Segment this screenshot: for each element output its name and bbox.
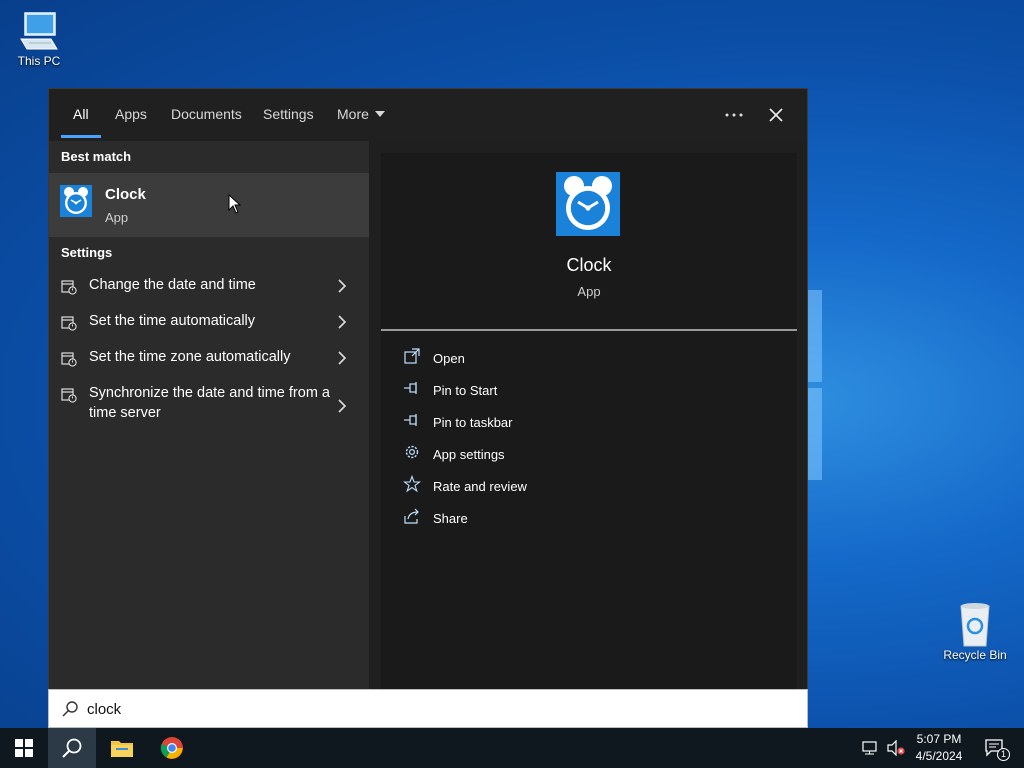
chevron-right-icon: [338, 351, 347, 365]
calendar-clock-icon: [61, 352, 77, 367]
preview-title: Clock: [566, 255, 612, 275]
volume-muted-icon: [887, 740, 905, 756]
star-icon: [403, 475, 421, 493]
action-pin-to-start[interactable]: Pin to Start: [403, 379, 783, 403]
desktop-icon-this-pc[interactable]: This PC: [4, 8, 74, 68]
search-input[interactable]: [87, 698, 787, 720]
action-label: Pin to taskbar: [433, 415, 513, 430]
action-label: Pin to Start: [433, 383, 498, 398]
windows-logo-icon: [15, 739, 33, 757]
settings-item-set-timezone-auto[interactable]: Set the time zone automatically: [49, 347, 369, 375]
taskbar-search-button[interactable]: [48, 728, 96, 768]
search-panel: All Apps Documents Settings More Best ma…: [48, 88, 808, 728]
action-label: Share: [433, 511, 468, 526]
notification-count-badge: 1: [997, 748, 1010, 761]
best-match-item[interactable]: Clock App: [49, 173, 369, 237]
chevron-right-icon: [338, 399, 347, 413]
folder-icon: [111, 741, 133, 757]
chevron-down-icon: [374, 111, 385, 117]
ellipsis-icon: [725, 113, 743, 117]
clock-app-large-icon: [556, 172, 620, 236]
pin-icon: [404, 414, 417, 426]
open-icon: [404, 348, 420, 364]
preview-pane: Clock App Open Pin to Start Pin to taskb…: [381, 153, 797, 689]
windows-logo-light: [808, 290, 822, 480]
best-match-heading: Best match: [61, 149, 132, 164]
notification-center-button[interactable]: 1: [978, 728, 1012, 768]
tab-more-label: More: [337, 106, 369, 122]
start-button[interactable]: [0, 728, 48, 768]
action-pin-to-taskbar[interactable]: Pin to taskbar: [403, 411, 783, 435]
best-match-type: App: [105, 210, 129, 225]
chrome-icon: [160, 737, 183, 759]
action-rate-review[interactable]: Rate and review: [403, 475, 783, 499]
share-icon: [404, 508, 419, 524]
results-list: Best match Clock App Settings Change the…: [49, 141, 369, 689]
settings-item-label: Set the time automatically: [89, 313, 256, 329]
search-tabs: All Apps Documents Settings More: [49, 89, 807, 141]
network-icon: [862, 741, 877, 755]
more-options-button[interactable]: [719, 101, 749, 129]
taskbar-clock[interactable]: 5:07 PM 4/5/2024: [904, 728, 974, 768]
chevron-right-icon: [338, 279, 347, 293]
action-label: App settings: [433, 447, 505, 462]
network-tray-icon[interactable]: [860, 728, 882, 768]
mouse-cursor-icon: [228, 194, 242, 214]
calendar-clock-icon: [61, 388, 77, 403]
tab-all[interactable]: All: [73, 106, 89, 122]
taskbar-chrome[interactable]: [148, 728, 196, 768]
desktop-icon-label: Recycle Bin: [943, 648, 1007, 662]
search-box: [48, 689, 808, 728]
desktop-icon-recycle-bin[interactable]: Recycle Bin: [940, 602, 1010, 662]
action-share[interactable]: Share: [403, 507, 783, 531]
action-label: Open: [433, 351, 465, 366]
clock-app-icon: [60, 185, 92, 217]
settings-item-label: Change the date and time: [89, 277, 256, 293]
action-app-settings[interactable]: App settings: [403, 443, 783, 467]
search-icon: [62, 701, 78, 717]
taskbar-file-explorer[interactable]: [98, 728, 146, 768]
settings-item-label: Synchronize the date and time from a tim…: [89, 385, 330, 421]
calendar-clock-icon: [61, 316, 77, 331]
settings-item-label: Set the time zone automatically: [89, 349, 291, 365]
taskbar: 5:07 PM 4/5/2024 1: [0, 728, 1024, 768]
desktop-icon-label: This PC: [17, 54, 61, 68]
calendar-clock-icon: [61, 280, 77, 295]
action-open[interactable]: Open: [403, 347, 783, 371]
close-icon: [769, 108, 783, 122]
chevron-right-icon: [338, 315, 347, 329]
settings-item-set-time-auto[interactable]: Set the time automatically: [49, 311, 369, 339]
clock-date: 4/5/2024: [915, 749, 963, 763]
settings-item-sync-time-server[interactable]: Synchronize the date and time from a tim…: [49, 383, 369, 431]
settings-heading: Settings: [61, 245, 113, 260]
computer-icon: [4, 8, 74, 54]
active-tab-indicator: [61, 135, 101, 138]
preview-divider: [381, 329, 797, 331]
preview-type: App: [577, 284, 601, 299]
recycle-bin-icon: [940, 602, 1010, 648]
pin-icon: [404, 382, 417, 394]
clock-time: 5:07 PM: [916, 732, 962, 746]
gear-icon: [405, 445, 419, 459]
tab-documents[interactable]: Documents: [171, 106, 242, 122]
search-icon: [62, 738, 82, 758]
tab-settings[interactable]: Settings: [263, 106, 314, 122]
action-label: Rate and review: [433, 479, 527, 494]
close-button[interactable]: [761, 101, 791, 129]
tab-apps[interactable]: Apps: [115, 106, 147, 122]
best-match-title: Clock: [105, 186, 146, 203]
settings-item-change-date-time[interactable]: Change the date and time: [49, 275, 369, 303]
tab-more[interactable]: More: [337, 106, 385, 122]
